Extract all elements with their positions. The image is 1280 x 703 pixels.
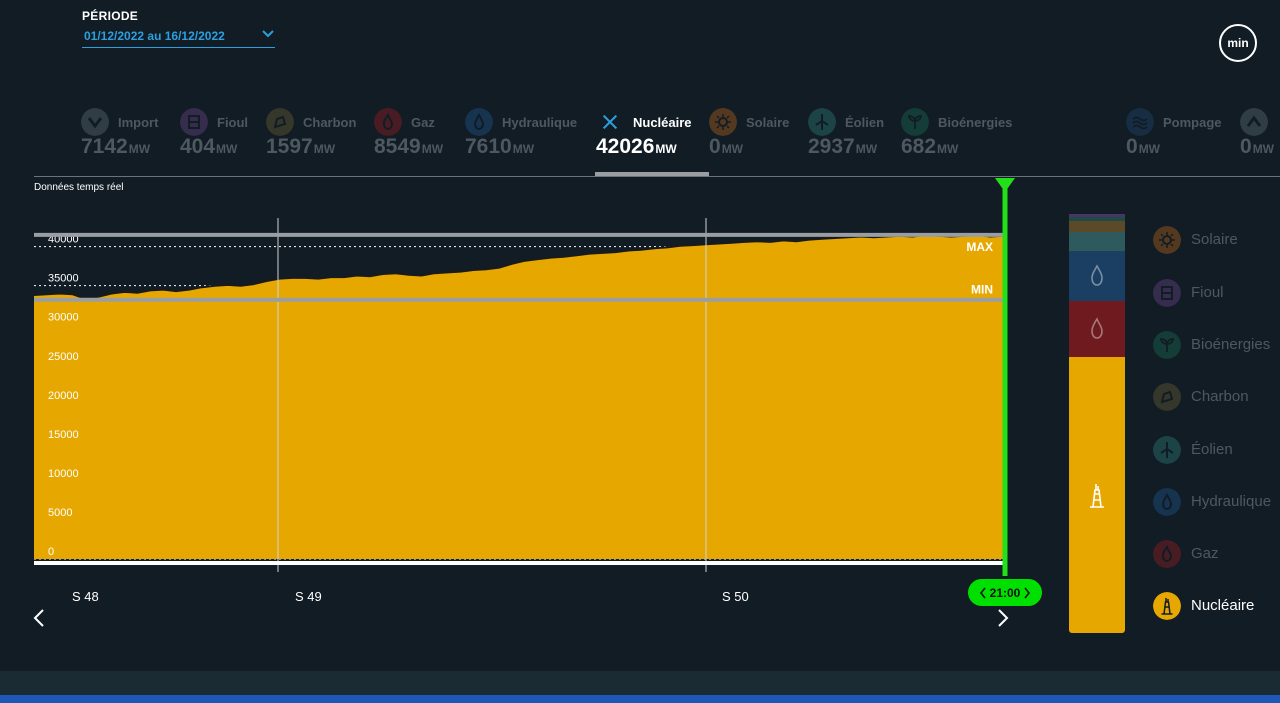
cursor-time: 21:00: [989, 585, 1021, 600]
y-tick-label: 15000: [48, 429, 79, 441]
production-mix-bar: [1069, 214, 1125, 633]
tab-value: 404MW: [180, 135, 238, 158]
legend-label: Charbon: [1191, 388, 1249, 405]
chevron-down-icon: [262, 30, 274, 38]
chevron-right-icon[interactable]: [996, 608, 1010, 628]
tab-value: 42026MW: [596, 135, 677, 158]
sun-icon: [709, 108, 737, 136]
tab-label: Fioul: [217, 115, 249, 130]
tab-label: Hydraulique: [502, 115, 578, 130]
segment-eolien[interactable]: [1069, 231, 1125, 251]
tab-label: Import: [118, 115, 159, 130]
tab-value: 8549MW: [374, 135, 444, 158]
legend-label: Hydraulique: [1191, 493, 1272, 510]
tab-label: Solaire: [746, 115, 790, 130]
y-tick-label: 5000: [48, 507, 72, 519]
production-chart: 0500010000150002000025000300003500040000…: [33, 178, 1015, 576]
y-tick-label: 20000: [48, 390, 79, 402]
waves-icon: [1126, 108, 1154, 136]
time-cursor-pill[interactable]: 21:00: [968, 579, 1042, 606]
water-drop-icon: [1153, 488, 1181, 516]
close-x-icon[interactable]: [601, 113, 619, 131]
tab-label: Nucléaire: [633, 115, 692, 130]
fuel-barrel-icon: [180, 108, 208, 136]
tab-value: 7142MW: [81, 135, 151, 158]
legend-label: Fioul: [1191, 284, 1224, 301]
footer-band: [0, 671, 1280, 695]
footer-strip: [0, 695, 1280, 703]
legend-label: Solaire: [1191, 231, 1238, 248]
water-drop-icon: [465, 108, 493, 136]
max-label: MAX: [966, 240, 993, 254]
water-drop-icon: [1091, 264, 1103, 286]
min-button[interactable]: min: [1219, 24, 1257, 62]
flame-icon: [1091, 317, 1103, 339]
wind-turbine-icon: [808, 108, 836, 136]
y-tick-label: 10000: [48, 468, 79, 480]
coal-icon: [1153, 383, 1181, 411]
segment-bioenergies[interactable]: [1069, 216, 1125, 222]
tab-label: Charbon: [303, 115, 357, 130]
fuel-barrel-icon: [1153, 279, 1181, 307]
tab-label: Bioénergies: [938, 115, 1013, 130]
tab-label: Gaz: [411, 115, 435, 130]
tab-value: 2937MW: [808, 135, 878, 158]
sun-icon: [1153, 226, 1181, 254]
segment-charbon[interactable]: [1069, 221, 1125, 232]
chevron-left-icon[interactable]: [32, 608, 46, 628]
y-tick-label: 30000: [48, 312, 79, 324]
leaf-icon: [1153, 331, 1181, 359]
chevron-left-icon[interactable]: [979, 587, 987, 599]
nuclear-plant-icon: [1090, 484, 1104, 508]
chevron-right-icon[interactable]: [1023, 587, 1031, 599]
week-label-s50: S 50: [722, 589, 749, 604]
import-arrow-icon: [81, 108, 109, 136]
tab-value: 0MW: [1126, 135, 1161, 158]
period-value: 01/12/2022 au 16/12/2022: [84, 29, 225, 43]
y-tick-label: 0: [48, 546, 54, 558]
min-label: MIN: [971, 283, 993, 297]
export-arrow-icon: [1240, 108, 1268, 136]
tab-value: 7610MW: [465, 135, 535, 158]
wind-turbine-icon: [1153, 436, 1181, 464]
flame-icon: [374, 108, 402, 136]
period-label: PÉRIODE: [82, 9, 139, 23]
tab-label: Pompage: [1163, 115, 1222, 130]
tab-label: Éolien: [845, 115, 885, 130]
leaf-icon: [901, 108, 929, 136]
tab-value: 0MW: [1240, 135, 1275, 158]
time-cursor-handle[interactable]: [995, 178, 1015, 192]
week-label-s49: S 49: [295, 589, 322, 604]
legend-label: Gaz: [1191, 545, 1219, 562]
period-select[interactable]: 01/12/2022 au 16/12/2022: [82, 27, 275, 48]
tab-export[interactable]: 0MW: [1240, 108, 1280, 176]
y-tick-label: 25000: [48, 351, 79, 363]
nucleaire-area: [34, 234, 1003, 559]
legend-label: Bioénergies: [1191, 336, 1271, 353]
flame-icon: [1153, 540, 1181, 568]
legend-label: Nucléaire: [1191, 597, 1255, 614]
tab-value: 682MW: [901, 135, 959, 158]
coal-icon: [266, 108, 294, 136]
tab-value: 1597MW: [266, 135, 336, 158]
legend-label: Éolien: [1191, 441, 1233, 458]
y-tick-label: 35000: [48, 273, 79, 285]
week-label-s48: S 48: [72, 589, 99, 604]
tab-value: 0MW: [709, 135, 744, 158]
segment-fioul[interactable]: [1069, 214, 1125, 217]
nuclear-plant-icon: [1153, 592, 1181, 620]
